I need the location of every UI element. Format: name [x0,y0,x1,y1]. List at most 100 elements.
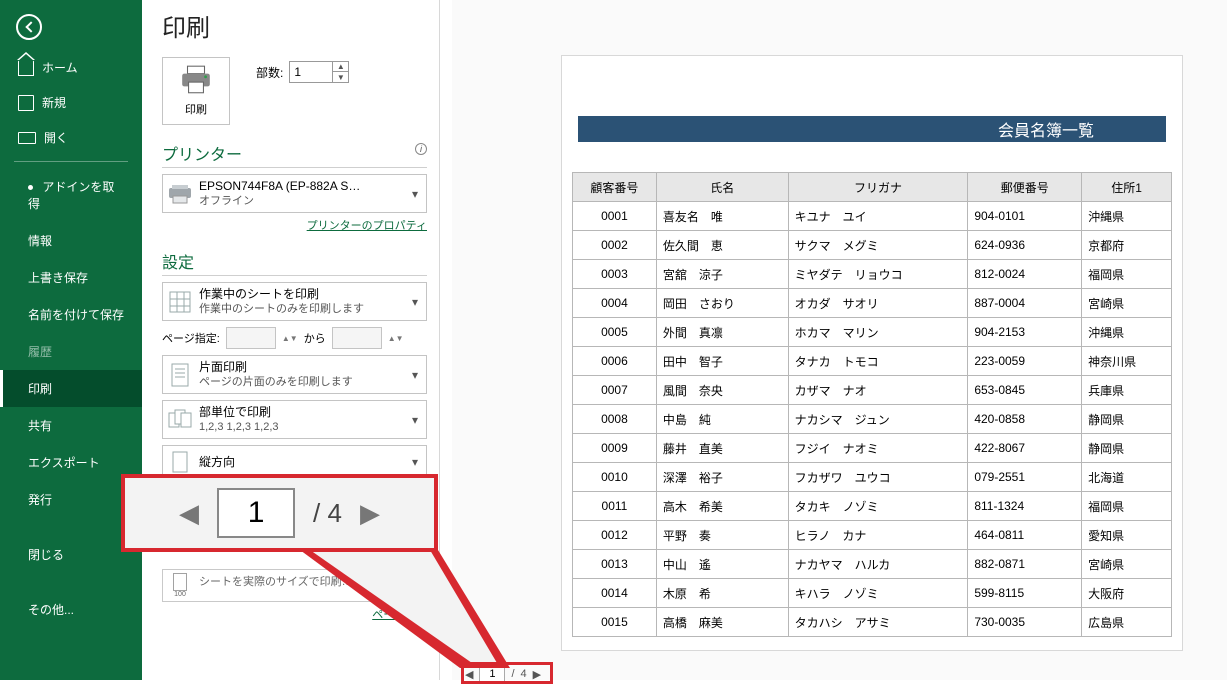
print-button[interactable]: 印刷 [162,57,230,125]
duplex-l2: ページの片面のみを印刷します [199,375,408,390]
copies-input[interactable] [290,62,332,82]
callout-prev-icon: ◀ [179,498,199,529]
table-cell: 宮舘 涼子 [656,260,788,289]
annotation-callout-target [461,662,553,684]
collate-l1: 部単位で印刷 [199,404,408,420]
table-cell: 中島 純 [656,405,788,434]
back-button[interactable] [16,14,42,40]
table-cell: 653-0845 [968,376,1082,405]
table-cell: タカハシ アサミ [788,608,968,637]
preview-page: 会員名簿一覧 顧客番号氏名フリガナ郵便番号住所1 0001喜友名 唯キユナ ユイ… [562,56,1182,650]
collate-dropdown[interactable]: 部単位で印刷 1,2,3 1,2,3 1,2,3 ▾ [162,400,427,439]
page-icon [167,362,193,388]
info-icon[interactable]: i [415,143,427,155]
table-cell: フカザワ ユウコ [788,463,968,492]
nav-share[interactable]: 共有 [0,407,142,444]
folder-icon [18,132,36,144]
nav-more[interactable]: その他... [0,591,142,628]
callout-total: 4 [328,498,342,528]
table-cell: 佐久間 恵 [656,231,788,260]
printer-properties-link[interactable]: プリンターのプロパティ [162,217,427,233]
printer-icon [179,65,213,95]
nav-info[interactable]: 情報 [0,222,142,259]
preview-title-banner: 会員名簿一覧 [578,116,1166,142]
table-cell: 0013 [573,550,657,579]
table-cell: 882-0871 [968,550,1082,579]
duplex-l1: 片面印刷 [199,359,408,375]
callout-next-icon: ▶ [360,498,380,529]
table-cell: 0014 [573,579,657,608]
nav-home[interactable]: ホーム [0,50,142,85]
collate-icon [167,407,193,433]
page-to-input[interactable] [332,327,382,349]
table-cell: 223-0059 [968,347,1082,376]
table-cell: カザマ ナオ [788,376,968,405]
print-preview-pane: 会員名簿一覧 顧客番号氏名フリガナ郵便番号住所1 0001喜友名 唯キユナ ユイ… [452,0,1227,680]
sheet-icon [167,289,193,315]
table-cell: 福岡県 [1082,492,1172,521]
chevron-down-icon: ▾ [408,295,422,309]
table-cell: 広島県 [1082,608,1172,637]
chevron-down-icon: ▾ [408,187,422,201]
table-cell: 北海道 [1082,463,1172,492]
nav-addins[interactable]: アドインを取得 [0,168,142,222]
table-cell: 420-0858 [968,405,1082,434]
printer-dropdown[interactable]: EPSON744F8A (EP-882A S… オフライン ▾ [162,174,427,213]
scaling-dropdown[interactable]: 100 シートを実際のサイズで印刷… [162,569,427,602]
scaling-l2: シートを実際のサイズで印刷… [199,573,353,589]
collate-l2: 1,2,3 1,2,3 1,2,3 [199,420,408,435]
table-cell: 0015 [573,608,657,637]
table-header: 郵便番号 [968,173,1082,202]
nav-history: 履歴 [0,333,142,370]
nav-open[interactable]: 開く [0,120,142,155]
backstage-sidebar: ホーム 新規 開く アドインを取得 情報 上書き保存 名前を付けて保存 履歴 印… [0,0,142,680]
nav-separator [14,161,128,162]
printer-status: オフライン [199,194,408,209]
nav-new-label: 新規 [42,94,66,111]
table-cell: 岡田 さおり [656,289,788,318]
duplex-dropdown[interactable]: 片面印刷 ページの片面のみを印刷します ▾ [162,355,427,394]
table-cell: サクマ メグミ [788,231,968,260]
table-cell: 風間 奈央 [656,376,788,405]
table-header: 氏名 [656,173,788,202]
print-what-dropdown[interactable]: 作業中のシートを印刷 作業中のシートのみを印刷します ▾ [162,282,427,321]
table-cell: 平野 奏 [656,521,788,550]
copies-label: 部数: [256,64,283,81]
nav-saveas[interactable]: 名前を付けて保存 [0,296,142,333]
print-button-label: 印刷 [185,101,207,117]
table-cell: 0001 [573,202,657,231]
copies-spinner[interactable]: ▲ ▼ [289,61,349,83]
table-row: 0007風間 奈央カザマ ナオ653-0845兵庫県 [573,376,1172,405]
table-cell: 大阪府 [1082,579,1172,608]
bullet-icon [28,185,33,190]
page-setup-link[interactable]: ページ設… [162,606,427,622]
table-cell: 0007 [573,376,657,405]
callout-sep: / [313,498,320,528]
settings-section-header: 設定 [162,249,427,276]
table-header: 住所1 [1082,173,1172,202]
table-cell: 喜友名 唯 [656,202,788,231]
table-row: 0009藤井 直美フジイ ナオミ422-8067静岡県 [573,434,1172,463]
printer-name: EPSON744F8A (EP-882A S… [199,178,408,194]
spin-up-icon[interactable]: ▲ [333,62,348,72]
table-cell: タカキ ノゾミ [788,492,968,521]
spin-down-icon[interactable]: ▼ [333,72,348,82]
nav-print[interactable]: 印刷 [0,370,142,407]
table-cell: 沖縄県 [1082,318,1172,347]
table-cell: 0005 [573,318,657,347]
table-cell: 高橋 麻美 [656,608,788,637]
table-row: 0001喜友名 唯キユナ ユイ904-0101沖縄県 [573,202,1172,231]
page-from-input[interactable] [226,327,276,349]
nav-new[interactable]: 新規 [0,85,142,120]
home-icon [18,60,34,76]
file-icon [18,95,34,111]
table-row: 0006田中 智子タナカ トモコ223-0059神奈川県 [573,347,1172,376]
nav-save[interactable]: 上書き保存 [0,259,142,296]
table-cell: 深澤 裕子 [656,463,788,492]
table-cell: 福岡県 [1082,260,1172,289]
table-cell: ヒラノ カナ [788,521,968,550]
table-cell: キハラ ノゾミ [788,579,968,608]
table-cell: 田中 智子 [656,347,788,376]
orientation-icon [167,449,193,475]
table-cell: 904-0101 [968,202,1082,231]
